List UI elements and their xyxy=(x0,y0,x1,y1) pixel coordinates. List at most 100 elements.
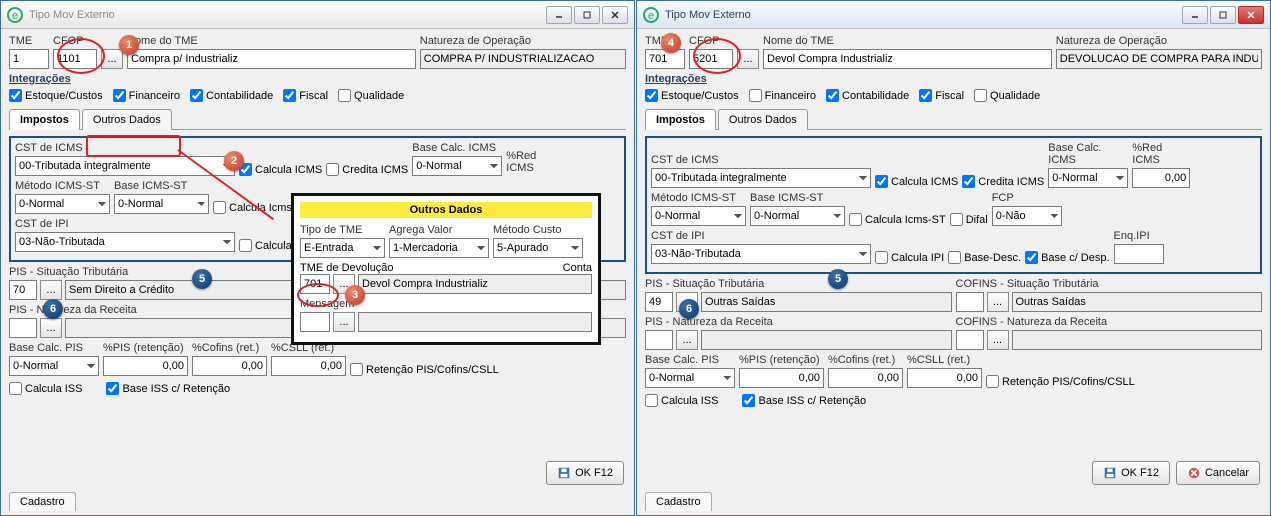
pis-ret-input[interactable] xyxy=(739,368,824,388)
chk-calcula-iss[interactable]: Calcula ISS xyxy=(645,394,718,407)
cancel-button[interactable]: Cancelar xyxy=(1176,461,1260,485)
cofins-lookup-button[interactable]: ... xyxy=(987,292,1009,312)
window-title: Tipo Mov Externo xyxy=(665,9,1182,21)
pis-nat-input[interactable] xyxy=(9,318,37,338)
nome-tme-input[interactable] xyxy=(127,49,416,69)
close-button[interactable] xyxy=(602,6,628,24)
agrega-select[interactable]: 1-Mercadoria xyxy=(389,238,489,258)
base-calc-pis-label: Base Calc. PIS xyxy=(9,342,99,354)
pis-nat-lookup[interactable]: ... xyxy=(40,318,62,338)
maximize-button[interactable] xyxy=(1210,6,1236,24)
pis-nat-input[interactable] xyxy=(645,330,673,350)
tipo-tme-select[interactable]: E-Entrada xyxy=(300,238,385,258)
mensagem-lookup[interactable]: ... xyxy=(333,312,355,332)
chk-credita-icms[interactable]: Credita ICMS xyxy=(326,163,408,176)
cofins-ret-input[interactable] xyxy=(192,356,267,376)
tme-dev-nome xyxy=(358,274,592,294)
marker-6b: 6 xyxy=(679,299,699,319)
fcp-select[interactable]: 0-Não xyxy=(992,206,1062,226)
maximize-button[interactable] xyxy=(574,6,600,24)
integracoes-label: Integrações xyxy=(645,73,1262,85)
chk-base-iss[interactable]: Base ISS c/ Retenção xyxy=(742,394,866,407)
chk-credita-icms[interactable]: Credita ICMS xyxy=(962,175,1044,188)
chk-calcula-ipi[interactable]: Calcula IPI xyxy=(875,251,944,264)
tab-impostos[interactable]: Impostos xyxy=(9,109,80,130)
chk-base-iss[interactable]: Base ISS c/ Retenção xyxy=(106,382,230,395)
app-logo-icon: e xyxy=(643,7,659,23)
tme-label: TME xyxy=(9,35,49,47)
chk-qualidade[interactable]: Qualidade xyxy=(338,89,404,102)
titlebar-right[interactable]: e Tipo Mov Externo xyxy=(637,1,1270,29)
base-calc-pis-select[interactable]: 0-Normal xyxy=(645,368,735,388)
cofins-code-input[interactable] xyxy=(956,292,984,312)
tipo-tme-label: Tipo de TME xyxy=(300,224,385,236)
minimize-button[interactable] xyxy=(546,6,572,24)
pis-nat-lookup[interactable]: ... xyxy=(676,330,698,350)
base-calc-icms-select[interactable]: 0-Normal xyxy=(1048,168,1128,188)
cofins-nat-label: COFINS - Natureza da Receita xyxy=(956,316,1263,328)
cst-ipi-select[interactable]: 03-Não-Tributada xyxy=(15,232,235,252)
metodo-icmsst-select[interactable]: 0-Normal xyxy=(651,206,746,226)
chk-calcula-icms[interactable]: Calcula ICMS xyxy=(875,175,958,188)
metodo-custo-label: Método Custo xyxy=(493,224,583,236)
chk-difal[interactable]: Difal xyxy=(950,213,988,226)
tab-outros-dados[interactable]: Outros Dados xyxy=(82,109,172,130)
base-icmsst-select[interactable]: 0-Normal xyxy=(114,194,209,214)
cofins-nat-lookup[interactable]: ... xyxy=(987,330,1009,350)
chk-financeiro[interactable]: Financeiro xyxy=(113,89,180,102)
chk-retencao[interactable]: Retenção PIS/Cofins/CSLL xyxy=(350,363,499,376)
pis-code-input[interactable] xyxy=(645,292,673,312)
csll-ret-input[interactable] xyxy=(271,356,346,376)
cst-icms-select[interactable]: 00-Tributada integralmente xyxy=(651,168,871,188)
tab-impostos[interactable]: Impostos xyxy=(645,109,716,130)
ok-button[interactable]: OK F12 xyxy=(1092,461,1170,485)
close-button[interactable] xyxy=(1238,6,1264,24)
csll-ret-input[interactable] xyxy=(907,368,982,388)
pis-ret-input[interactable] xyxy=(103,356,188,376)
pis-lookup-button[interactable]: ... xyxy=(40,280,62,300)
cofins-nat-input[interactable] xyxy=(956,330,984,350)
base-calc-icms-select[interactable]: 0-Normal xyxy=(412,156,502,176)
ok-button[interactable]: OK F12 xyxy=(546,461,624,485)
chk-fiscal[interactable]: Fiscal xyxy=(283,89,328,102)
chk-financeiro[interactable]: Financeiro xyxy=(749,89,816,102)
chk-estoque[interactable]: Estoque/Custos xyxy=(645,89,739,102)
nome-tme-input[interactable] xyxy=(763,49,1052,69)
pis-code-input[interactable] xyxy=(9,280,37,300)
chk-retencao[interactable]: Retenção PIS/Cofins/CSLL xyxy=(986,375,1135,388)
chk-qualidade[interactable]: Qualidade xyxy=(974,89,1040,102)
chk-calcula-icmsst[interactable]: Calcula Icms-ST xyxy=(849,213,946,226)
cancel-icon xyxy=(1187,466,1201,480)
minimize-button[interactable] xyxy=(1182,6,1208,24)
chk-estoque[interactable]: Estoque/Custos xyxy=(9,89,103,102)
mensagem-code[interactable] xyxy=(300,312,330,332)
tme-input[interactable] xyxy=(9,49,49,69)
marker-5b: 5 xyxy=(828,269,848,289)
cofins-ret-input[interactable] xyxy=(828,368,903,388)
red-icms-input[interactable] xyxy=(1132,168,1190,188)
tab-outros-dados[interactable]: Outros Dados xyxy=(718,109,808,130)
chk-contabilidade[interactable]: Contabilidade xyxy=(190,89,273,102)
chk-base-desp[interactable]: Base c/ Desp. xyxy=(1025,251,1109,264)
chk-fiscal[interactable]: Fiscal xyxy=(919,89,964,102)
chk-contabilidade[interactable]: Contabilidade xyxy=(826,89,909,102)
base-calc-icms-label: Base Calc. ICMS xyxy=(412,142,502,154)
tab-cadastro[interactable]: Cadastro xyxy=(9,492,76,511)
titlebar-left[interactable]: e Tipo Mov Externo xyxy=(1,1,634,29)
base-calc-pis-select[interactable]: 0-Normal xyxy=(9,356,99,376)
chk-calcula-icms[interactable]: Calcula ICMS xyxy=(239,163,322,176)
marker-5: 5 xyxy=(192,269,212,289)
natureza-input xyxy=(1056,49,1262,69)
red-icms-label: %Red ICMS xyxy=(1132,142,1190,166)
metodo-icmsst-select[interactable]: 0-Normal xyxy=(15,194,110,214)
cst-ipi-select[interactable]: 03-Não-Tributada xyxy=(651,244,871,264)
tab-cadastro[interactable]: Cadastro xyxy=(645,492,712,511)
chk-base-desc[interactable]: Base-Desc. xyxy=(948,251,1021,264)
base-icmsst-select[interactable]: 0-Normal xyxy=(750,206,845,226)
window-title: Tipo Mov Externo xyxy=(29,9,546,21)
tme-input[interactable] xyxy=(645,49,685,69)
enq-ipi-input[interactable] xyxy=(1114,244,1164,264)
chk-calcula-iss[interactable]: Calcula ISS xyxy=(9,382,82,395)
metodo-custo-select[interactable]: 5-Apurado xyxy=(493,238,583,258)
base-icmsst-label: Base ICMS-ST xyxy=(114,180,209,192)
